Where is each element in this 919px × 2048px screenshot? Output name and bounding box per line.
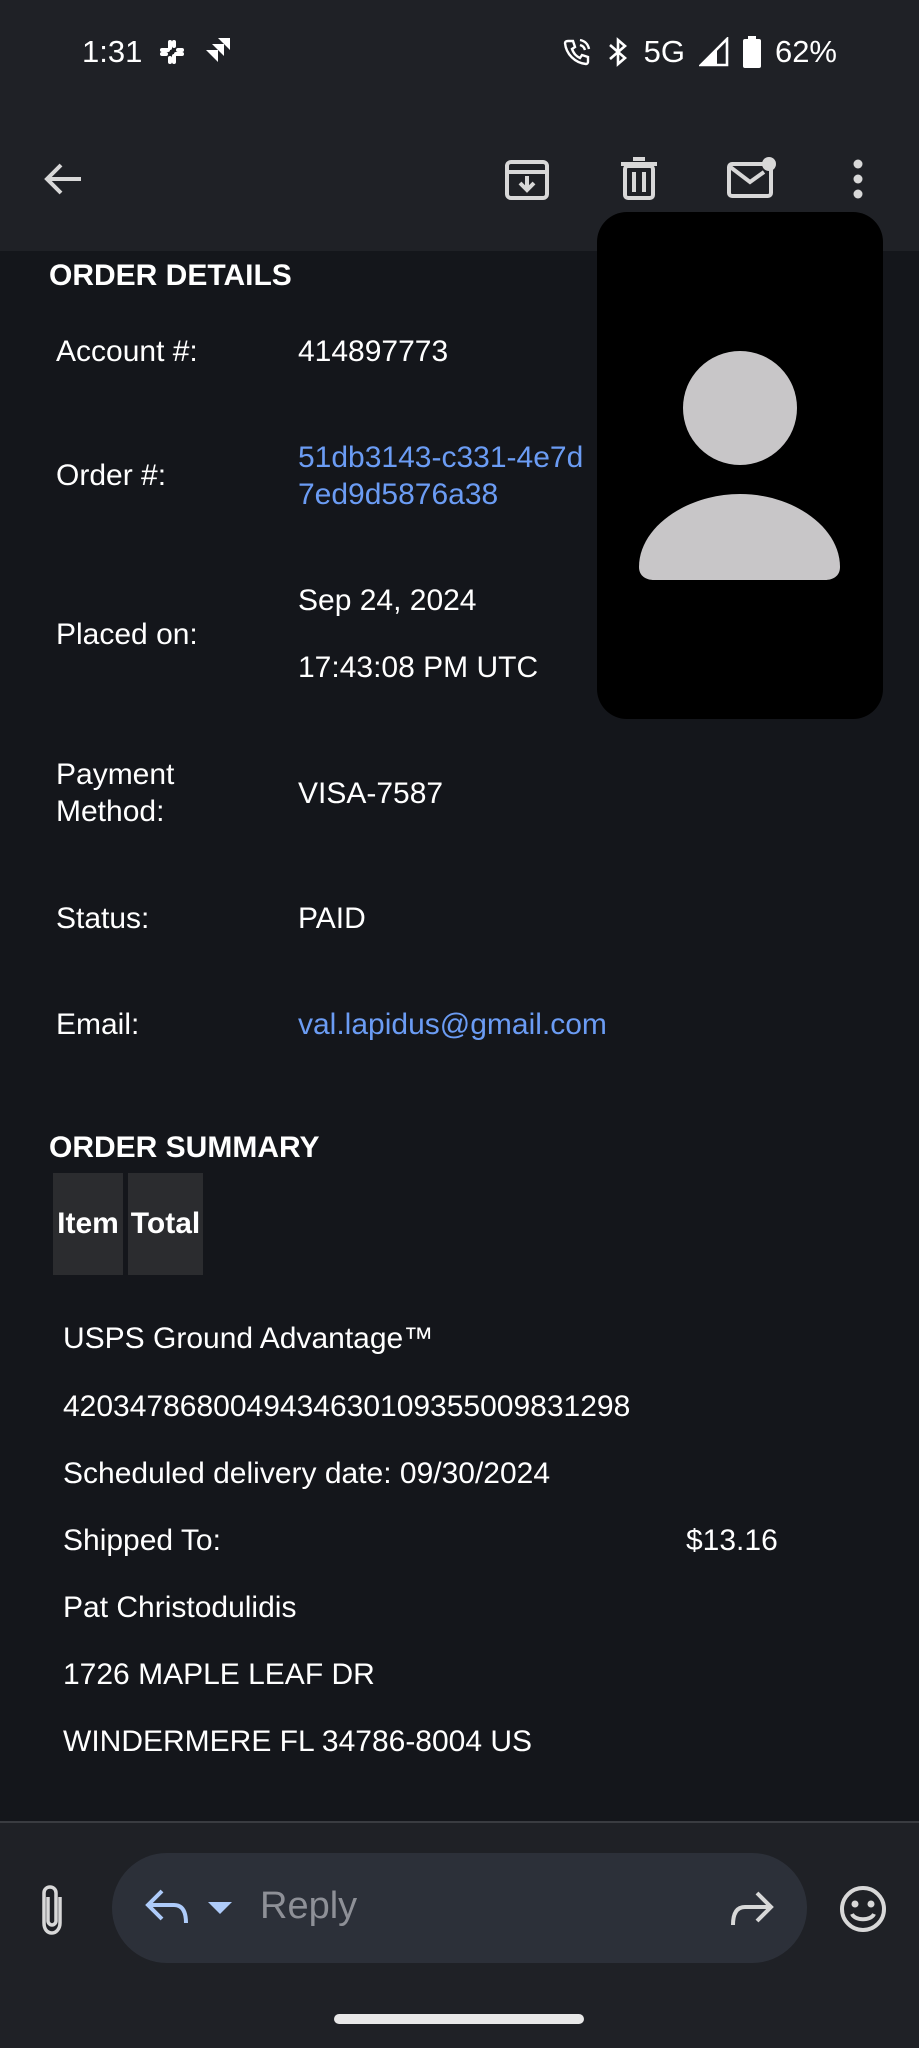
order-total: $13.16 <box>686 1524 778 1557</box>
reply-placeholder: Reply <box>260 1885 358 1927</box>
status-time: 1:31 <box>82 34 143 69</box>
attach-button[interactable] <box>32 1883 76 1942</box>
network-type: 5G <box>643 34 685 69</box>
wifi-calling-icon <box>563 38 590 66</box>
system-status: 5G 62% <box>562 34 837 70</box>
mark-unread-icon <box>727 157 776 198</box>
header-total: Total <box>128 1173 203 1275</box>
archive-icon <box>505 160 549 200</box>
chevron-down-icon <box>208 1902 232 1914</box>
tracking-number-link[interactable]: 420347868004943463010935500983129​8 <box>63 1390 630 1424</box>
account-value: 414897773 <box>298 335 449 368</box>
signal-icon <box>698 37 729 67</box>
more-options-button[interactable] <box>830 151 886 207</box>
forward-button[interactable] <box>729 1889 775 1934</box>
jira-icon <box>206 38 230 62</box>
order-label: Order #: <box>56 459 167 492</box>
battery-percent: 62% <box>774 34 837 69</box>
more-vert-icon <box>853 159 863 199</box>
payment-value: VISA-7587 <box>298 777 444 810</box>
delivery-date: Scheduled delivery date: 09/30/2024 <box>63 1457 551 1490</box>
shipping-service: USPS Ground Advantage™ <box>63 1322 434 1355</box>
order-number-link-line2[interactable]: 7ed9d5876a38 <box>298 476 498 513</box>
battery-icon <box>742 36 761 68</box>
archive-button[interactable] <box>499 151 555 207</box>
payment-label-line2: Method: <box>56 795 165 828</box>
payment-label-line1: Payment <box>56 758 175 791</box>
mark-unread-button[interactable] <box>724 151 780 207</box>
placed-date: Sep 24, 2024 <box>298 584 477 617</box>
delete-icon <box>621 157 657 200</box>
notification-icons <box>156 36 234 68</box>
person-avatar-icon <box>639 351 840 580</box>
header-item: Item <box>53 1173 123 1275</box>
email-label: Email: <box>56 1008 140 1041</box>
bluetooth-icon <box>608 37 627 67</box>
reply-arrow-icon <box>145 1889 188 1924</box>
placed-time: 17:43:08 PM UTC <box>298 651 539 684</box>
email-link[interactable]: val.lapidus@gmail.com <box>298 1006 607 1043</box>
placed-label: Placed on: <box>56 618 198 651</box>
address-line1-link[interactable]: 1726 MAPLE LEAF DR <box>63 1658 375 1692</box>
paperclip-icon <box>42 1885 62 1935</box>
status-label: Status: <box>56 902 150 935</box>
back-button[interactable] <box>35 151 91 207</box>
emoji-icon <box>840 1886 886 1932</box>
status-bar: 1:31 5G 62% <box>0 0 919 105</box>
order-details-title: ORDER DETAILS <box>49 259 292 292</box>
delete-button[interactable] <box>611 151 667 207</box>
account-label: Account #: <box>56 335 198 368</box>
forward-arrow-icon <box>731 1891 774 1926</box>
back-arrow-icon <box>44 163 81 195</box>
shipped-to-label: Shipped To: <box>63 1524 221 1557</box>
emoji-button[interactable] <box>838 1884 888 1939</box>
reply-mode-button[interactable] <box>144 1887 190 1932</box>
reply-dropdown[interactable] <box>208 1902 232 1921</box>
order-number-link-line1[interactable]: 51db3143-c331-4e7d <box>298 439 583 476</box>
reply-field[interactable]: Reply <box>112 1853 807 1963</box>
reply-bar: Reply <box>0 1823 919 2048</box>
address-line2-link[interactable]: WINDERMERE FL 34786-8004 US <box>63 1725 532 1759</box>
status-value: PAID <box>298 902 366 935</box>
slack-icon <box>160 40 184 64</box>
order-summary-title: ORDER SUMMARY <box>49 1131 320 1164</box>
floating-contact-card[interactable] <box>597 212 883 719</box>
home-indicator[interactable] <box>334 2014 584 2024</box>
recipient-name: Pat Christodulidis <box>63 1591 297 1624</box>
